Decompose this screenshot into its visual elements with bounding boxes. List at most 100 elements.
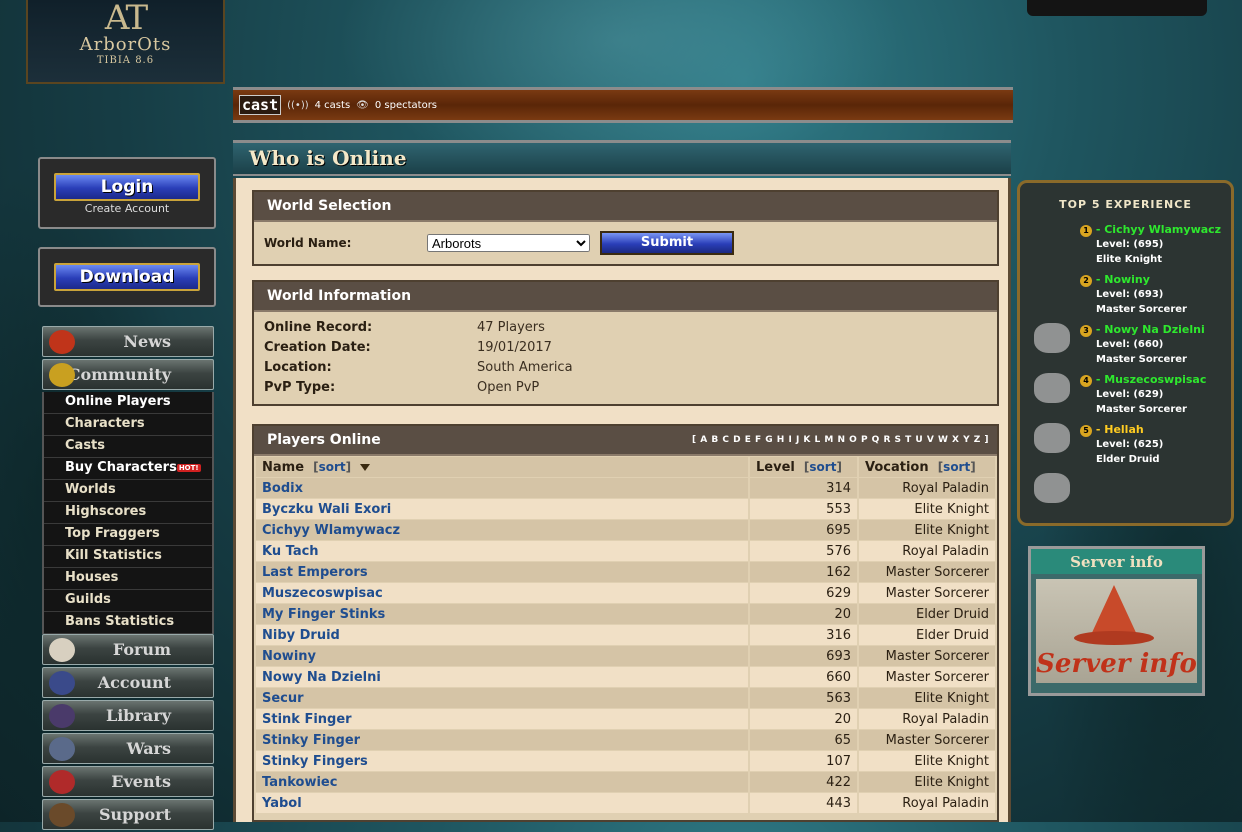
submenu-guilds[interactable]: Guilds: [44, 590, 212, 612]
submenu-top-fraggers[interactable]: Top Fraggers: [44, 524, 212, 546]
download-button[interactable]: Download: [54, 263, 200, 291]
player-name-link[interactable]: Muszecoswpisac: [256, 583, 748, 603]
login-box: Login Create Account: [38, 157, 216, 229]
players-header-row: Name [sort] Level [sort] Vocation [sort]: [256, 457, 995, 477]
submenu-casts[interactable]: Casts: [44, 436, 212, 458]
letter-filter[interactable]: [ A B C D E F G H I J K L M N O P Q R S …: [692, 426, 989, 454]
rank-medal-icon: 5: [1080, 425, 1092, 437]
top5-name-line: 1 - Cichyy Wlamywacz: [1080, 223, 1235, 237]
player-avatar: [1034, 373, 1070, 403]
player-name-link[interactable]: Byczku Wali Exori: [256, 499, 748, 519]
account-icon: [49, 671, 75, 695]
site-logo[interactable]: AT ArborOts TIBIA 8.6: [26, 0, 225, 84]
player-level: 65: [750, 730, 857, 750]
player-level: 660: [750, 667, 857, 687]
player-row: Byczku Wali Exori 553 Elite Knight: [256, 499, 995, 519]
player-level: 553: [750, 499, 857, 519]
top5-entry: 3 - Nowy Na Dzielni Level: (660) Master So…: [1080, 323, 1235, 367]
top5-level: Level: (629): [1096, 389, 1164, 400]
submenu-worlds[interactable]: Worlds: [44, 480, 212, 502]
player-name-link[interactable]: Secur: [256, 688, 748, 708]
menu-account[interactable]: Account: [42, 667, 214, 698]
player-name-link[interactable]: Stink Finger: [256, 709, 748, 729]
player-name-link[interactable]: Niby Druid: [256, 625, 748, 645]
submenu-kill-statistics[interactable]: Kill Statistics: [44, 546, 212, 568]
vocation-column-header: Vocation [sort]: [859, 457, 995, 477]
player-row: Tankowiec 422 Elite Knight: [256, 772, 995, 792]
menu-forum[interactable]: Forum: [42, 634, 214, 665]
top5-player-link[interactable]: - Nowy Na Dzielni: [1096, 323, 1205, 336]
cast-logo[interactable]: cast: [239, 95, 282, 115]
top5-player-link[interactable]: - Nowiny: [1096, 273, 1150, 286]
crossed-swords-icon: [49, 737, 75, 761]
name-header-label: Name: [262, 459, 305, 475]
submenu-houses[interactable]: Houses: [44, 568, 212, 590]
submit-button[interactable]: Submit: [600, 231, 734, 255]
top5-vocation: Elder Druid: [1096, 454, 1160, 465]
player-row: My Finger Stinks 20 Elder Druid: [256, 604, 995, 624]
top5-player-link[interactable]: - Muszecoswpisac: [1096, 373, 1207, 386]
level-column-header: Level [sort]: [750, 457, 857, 477]
menu-news-label: News: [123, 332, 171, 351]
create-account-link[interactable]: Create Account: [40, 202, 214, 215]
menu-community[interactable]: Community: [42, 359, 214, 390]
player-name-link[interactable]: Cichyy Wlamywacz: [256, 520, 748, 540]
player-vocation: Master Sorcerer: [859, 730, 995, 750]
top5-name-line: 3 - Nowy Na Dzielni: [1080, 323, 1235, 337]
main-content: Who is Online World Selection World Name…: [233, 140, 1011, 822]
login-button[interactable]: Login: [54, 173, 200, 201]
submenu-bans-statistics[interactable]: Bans Statistics: [44, 612, 212, 634]
top5-experience-widget: TOP 5 EXPERIENCE 1 - Cichyy Wlamywacz Lev…: [1017, 180, 1234, 526]
player-level: 20: [750, 709, 857, 729]
player-level: 316: [750, 625, 857, 645]
info-label: Location:: [264, 360, 332, 375]
casts-count[interactable]: 4 casts: [315, 100, 351, 111]
player-name-link[interactable]: Nowiny: [256, 646, 748, 666]
menu-library[interactable]: Library: [42, 700, 214, 731]
submenu-online-players[interactable]: Online Players: [44, 392, 212, 414]
menu-events[interactable]: Events: [42, 766, 214, 797]
player-name-link[interactable]: My Finger Stinks: [256, 604, 748, 624]
menu-support[interactable]: Support: [42, 799, 214, 830]
player-name-link[interactable]: Tankowiec: [256, 772, 748, 792]
menu-news[interactable]: News: [42, 326, 214, 357]
player-vocation: Elder Druid: [859, 604, 995, 624]
server-info-widget[interactable]: Server info Server info: [1028, 546, 1205, 696]
player-level: 422: [750, 772, 857, 792]
book-icon: [49, 704, 75, 728]
world-name-label: World Name:: [264, 236, 352, 250]
player-name-link[interactable]: Ku Tach: [256, 541, 748, 561]
rank-medal-icon: 2: [1080, 275, 1092, 287]
top5-level: Level: (693): [1096, 289, 1164, 300]
player-row: Secur 563 Elite Knight: [256, 688, 995, 708]
players-table-body: Bodix 314 Royal Paladin Byczku Wali Exori 55…: [256, 478, 995, 813]
player-name-link[interactable]: Bodix: [256, 478, 748, 498]
sort-by-level-link[interactable]: sort: [809, 460, 836, 474]
world-information-caption: World Information: [254, 282, 997, 312]
top-right-bar: [1027, 0, 1207, 16]
info-row: Location: South America: [254, 358, 997, 378]
player-row: Bodix 314 Royal Paladin: [256, 478, 995, 498]
player-name-link[interactable]: Stinky Fingers: [256, 751, 748, 771]
menu-wars[interactable]: Wars: [42, 733, 214, 764]
quill-icon: [49, 638, 75, 662]
sort-by-vocation-link[interactable]: sort: [943, 460, 970, 474]
top5-level: Level: (625): [1096, 439, 1164, 450]
top5-player-link[interactable]: - Hellah: [1096, 423, 1144, 436]
sort-by-name-link[interactable]: sort: [319, 460, 346, 474]
submenu-characters[interactable]: Characters: [44, 414, 212, 436]
top5-player-link[interactable]: - Cichyy Wlamywacz: [1096, 223, 1221, 236]
player-name-link[interactable]: Nowy Na Dzielni: [256, 667, 748, 687]
wizard-hat-icon: [1090, 585, 1138, 637]
player-name-link[interactable]: Stinky Finger: [256, 730, 748, 750]
player-name-link[interactable]: Yabol: [256, 793, 748, 813]
player-level: 563: [750, 688, 857, 708]
server-info-image[interactable]: Server info: [1036, 579, 1197, 683]
submenu-buy-characters[interactable]: Buy Characters HOT!: [44, 458, 212, 480]
player-name-link[interactable]: Last Emperors: [256, 562, 748, 582]
player-avatar: [1034, 423, 1070, 453]
menu-wars-label: Wars: [126, 739, 171, 758]
submenu-highscores[interactable]: Highscores: [44, 502, 212, 524]
community-submenu: Online Players Characters Casts Buy Char…: [42, 392, 214, 634]
world-select[interactable]: Arborots: [427, 234, 590, 252]
